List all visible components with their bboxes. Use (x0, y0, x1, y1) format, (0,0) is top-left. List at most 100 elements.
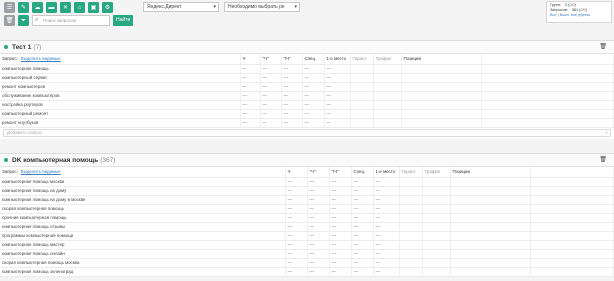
add-query-placeholder: Добавить запрос (7, 130, 43, 135)
table-row[interactable]: скорая компьютерная помощь москва — — — — — (0, 258, 614, 268)
group-title: Тест 1 (12, 43, 32, 51)
column-header-traffic[interactable]: Трафик (422, 167, 451, 178)
table-row[interactable]: срочная компьютерная помощь — — — — — (0, 213, 614, 223)
trash-icon[interactable]: 🗑 (599, 156, 607, 163)
table-row[interactable]: компьютерная помощь мастер — — — — — (0, 240, 614, 250)
value-cell: — (281, 91, 303, 101)
table-row[interactable]: компьютерная помощь на дому в москве — — — —… (0, 195, 614, 205)
query-cell: настройка роутеров (0, 100, 241, 110)
add-query-input[interactable]: Добавить запрос + (3, 129, 611, 137)
filter-icon: ⏷ (21, 17, 26, 24)
cloud-button[interactable]: ☁ (32, 2, 43, 13)
query-cell: обслуживание компьютеров (0, 91, 241, 101)
value-cell: — (281, 109, 303, 119)
query-cell: ремонт ноутбуков (0, 118, 241, 128)
select-visible-link[interactable]: Выделить видимые (21, 56, 61, 61)
settings-button[interactable]: ⚙ (102, 2, 113, 13)
tag-icon: ✎ (20, 4, 27, 11)
value-cell: — (285, 231, 308, 241)
column-header-freq[interactable]: Ч (240, 54, 261, 65)
column-header-query: Запрос: Выделить видимые (0, 167, 286, 178)
value-cell: — (373, 267, 400, 277)
table-row[interactable]: компьютерный сервис — — — — — (0, 73, 614, 83)
value-cell: — (373, 186, 400, 196)
search-engine-select[interactable]: Яндекс.Директ ▾ (143, 2, 219, 12)
filter-button[interactable]: ⏷ (18, 15, 29, 26)
search-placeholder: Поиск запросов (43, 18, 76, 23)
region-select[interactable]: Необходимо выбрать ре ▾ (224, 2, 300, 12)
expand-groups-link[interactable]: Все | Выкл. все группы (550, 13, 590, 17)
column-header-freq-qe[interactable]: "!Ч" (281, 54, 303, 65)
region-value: Необходимо выбрать ре (228, 4, 285, 10)
table-row[interactable]: компьютерная помощь — — — — — (0, 64, 614, 74)
value-cell: — (351, 222, 374, 232)
table-row[interactable]: компьютерная помощь отзывы — — — — — (0, 222, 614, 232)
value-cell: — (307, 195, 330, 205)
value-cell (350, 118, 374, 128)
group-header[interactable]: DK компьютерная помощь (367) 🗑 (0, 154, 614, 167)
table-row[interactable]: обслуживание компьютеров — — — — — (0, 91, 614, 101)
home-button[interactable]: ⌂ (74, 2, 85, 13)
table-row[interactable]: скорая компьютерная помощь — — — — — (0, 204, 614, 214)
table-row[interactable]: настройка роутеров — — — — — (0, 100, 614, 110)
group-header[interactable]: Тест 1 (7) 🗑 (0, 41, 614, 54)
table-row[interactable]: программы компьютерной помощи — — — — — (0, 231, 614, 241)
column-header-freq[interactable]: Ч (285, 167, 308, 178)
group-status-dot (4, 45, 8, 49)
value-cell: — (240, 64, 261, 74)
table-row[interactable]: ремонт ноутбуков — — — — — (0, 118, 614, 128)
value-cell (399, 222, 423, 232)
close-button[interactable]: ✕ (60, 2, 71, 13)
group-status-dot (4, 158, 8, 162)
column-header-positions[interactable]: Позиции (450, 167, 531, 178)
table-row[interactable]: компьютерная помощь зеленоград — — — — — (0, 267, 614, 277)
tag-button[interactable]: ✎ (18, 2, 29, 13)
select-visible-link[interactable]: Выделить видимые (21, 169, 61, 174)
trash-button[interactable]: 🗑 (4, 15, 15, 26)
list-button[interactable]: ☰ (4, 2, 15, 13)
briefcase-button[interactable]: ▣ (88, 2, 99, 13)
column-header-guarantee[interactable]: Гарант. (350, 54, 374, 65)
table-row[interactable]: компьютерная помощь онлайн — — — — — (0, 249, 614, 259)
value-cell (401, 118, 482, 128)
value-cell: — (285, 240, 308, 250)
column-header-traffic[interactable]: Трафик (373, 54, 402, 65)
search-input[interactable]: ⌕ Поиск запросов (32, 15, 110, 26)
plus-icon[interactable]: + (605, 130, 608, 136)
find-button[interactable]: Найти (113, 15, 134, 26)
value-cell (530, 177, 614, 187)
value-cell (530, 222, 614, 232)
value-cell: — (281, 73, 303, 83)
search-row: 🗑 ⏷ ⌕ Поиск запросов Найти (4, 15, 134, 26)
query-cell: программы компьютерной помощи (0, 231, 286, 241)
value-cell: — (240, 118, 261, 128)
value-cell: — (260, 64, 282, 74)
value-cell: — (329, 267, 352, 277)
value-cell: — (302, 100, 325, 110)
trash-icon[interactable]: 🗑 (599, 43, 607, 50)
column-header-competition[interactable]: Спец. (351, 167, 374, 178)
value-cell (530, 204, 614, 214)
column-header-freq-q[interactable]: "Ч" (307, 167, 330, 178)
value-cell: — (285, 204, 308, 214)
query-cell: ремонт компьютеров (0, 82, 241, 92)
column-header-first-place[interactable]: 1-е место (373, 167, 400, 178)
value-cell (422, 267, 451, 277)
value-cell (401, 82, 482, 92)
table-row[interactable]: компьютерный ремонт — — — — — (0, 109, 614, 119)
car-button[interactable]: ▬ (46, 2, 57, 13)
column-header-positions[interactable]: Позиции (401, 54, 482, 65)
column-header-first-place[interactable]: 1-е место (324, 54, 351, 65)
column-header-freq-q[interactable]: "Ч" (260, 54, 282, 65)
column-header-freq-qe[interactable]: "!Ч" (329, 167, 352, 178)
value-cell (399, 177, 423, 187)
table-row[interactable]: ремонт компьютеров — — — — — (0, 82, 614, 92)
column-header-guarantee[interactable]: Гарант. (399, 167, 423, 178)
table-row[interactable]: компьютерная помощь на дому — — — — — (0, 186, 614, 196)
value-cell: — (373, 231, 400, 241)
column-header-competition[interactable]: Спец. (302, 54, 325, 65)
value-cell (399, 186, 423, 196)
settings-icon: ⚙ (104, 4, 111, 11)
query-cell: компьютерная помощь (0, 64, 241, 74)
table-row[interactable]: компьютерная помощь москва — — — — — (0, 177, 614, 187)
